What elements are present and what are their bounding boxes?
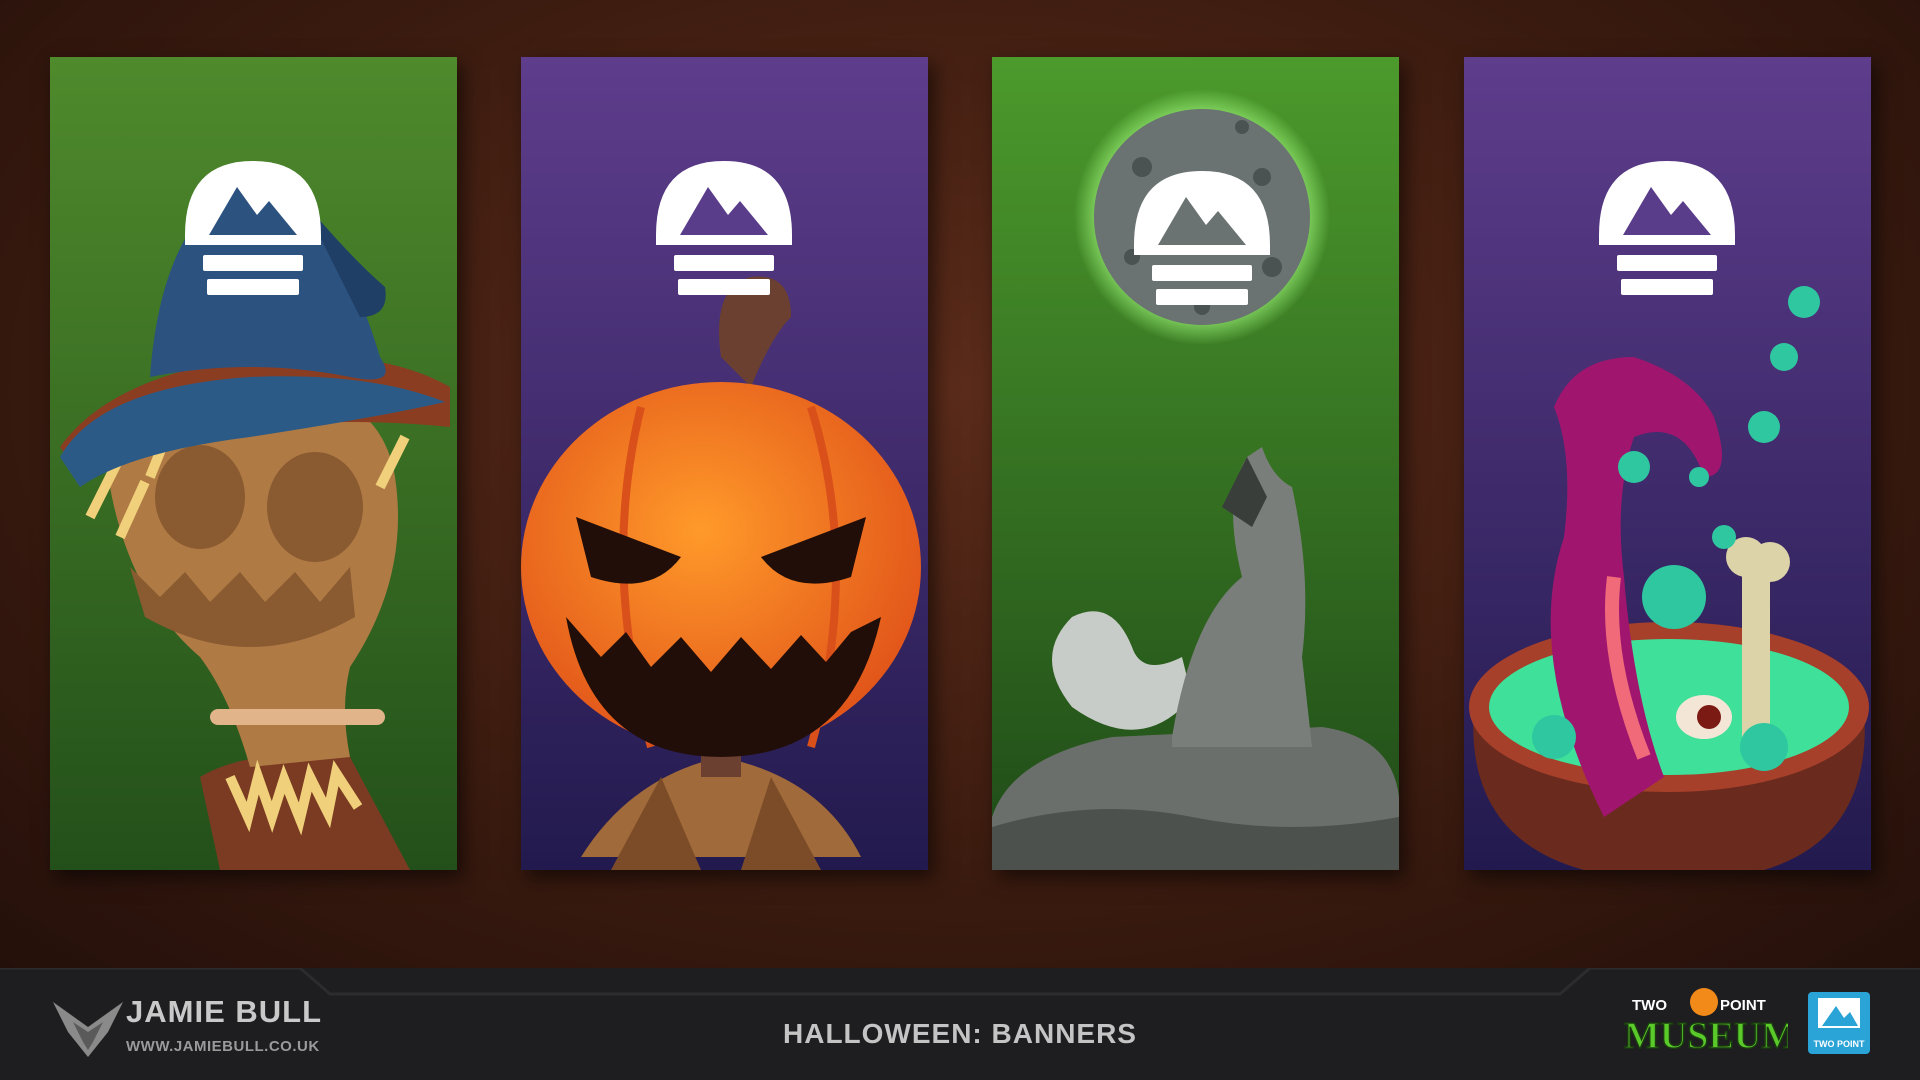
banner-werewolf: [992, 57, 1399, 870]
logo-pumpkin-icon: [1690, 988, 1718, 1016]
logo-museum-text: MUSEUM: [1624, 1015, 1788, 1056]
scarecrow-icon: [50, 57, 457, 870]
banner-cauldron: [1464, 57, 1871, 870]
banner-scarecrow: [50, 57, 457, 870]
banner-pumpkin: [521, 57, 928, 870]
logo-point-text: POINT: [1720, 997, 1766, 1014]
two-point-museum-logo: TWO POINT MUSEUM: [1623, 988, 1788, 1056]
wolf-icon: [992, 57, 1399, 870]
pumpkin-icon: [521, 57, 928, 870]
logo-two-text: TWO: [1632, 997, 1667, 1014]
studio-label: TWO POINT: [1813, 1039, 1865, 1049]
cauldron-icon: [1464, 57, 1871, 870]
